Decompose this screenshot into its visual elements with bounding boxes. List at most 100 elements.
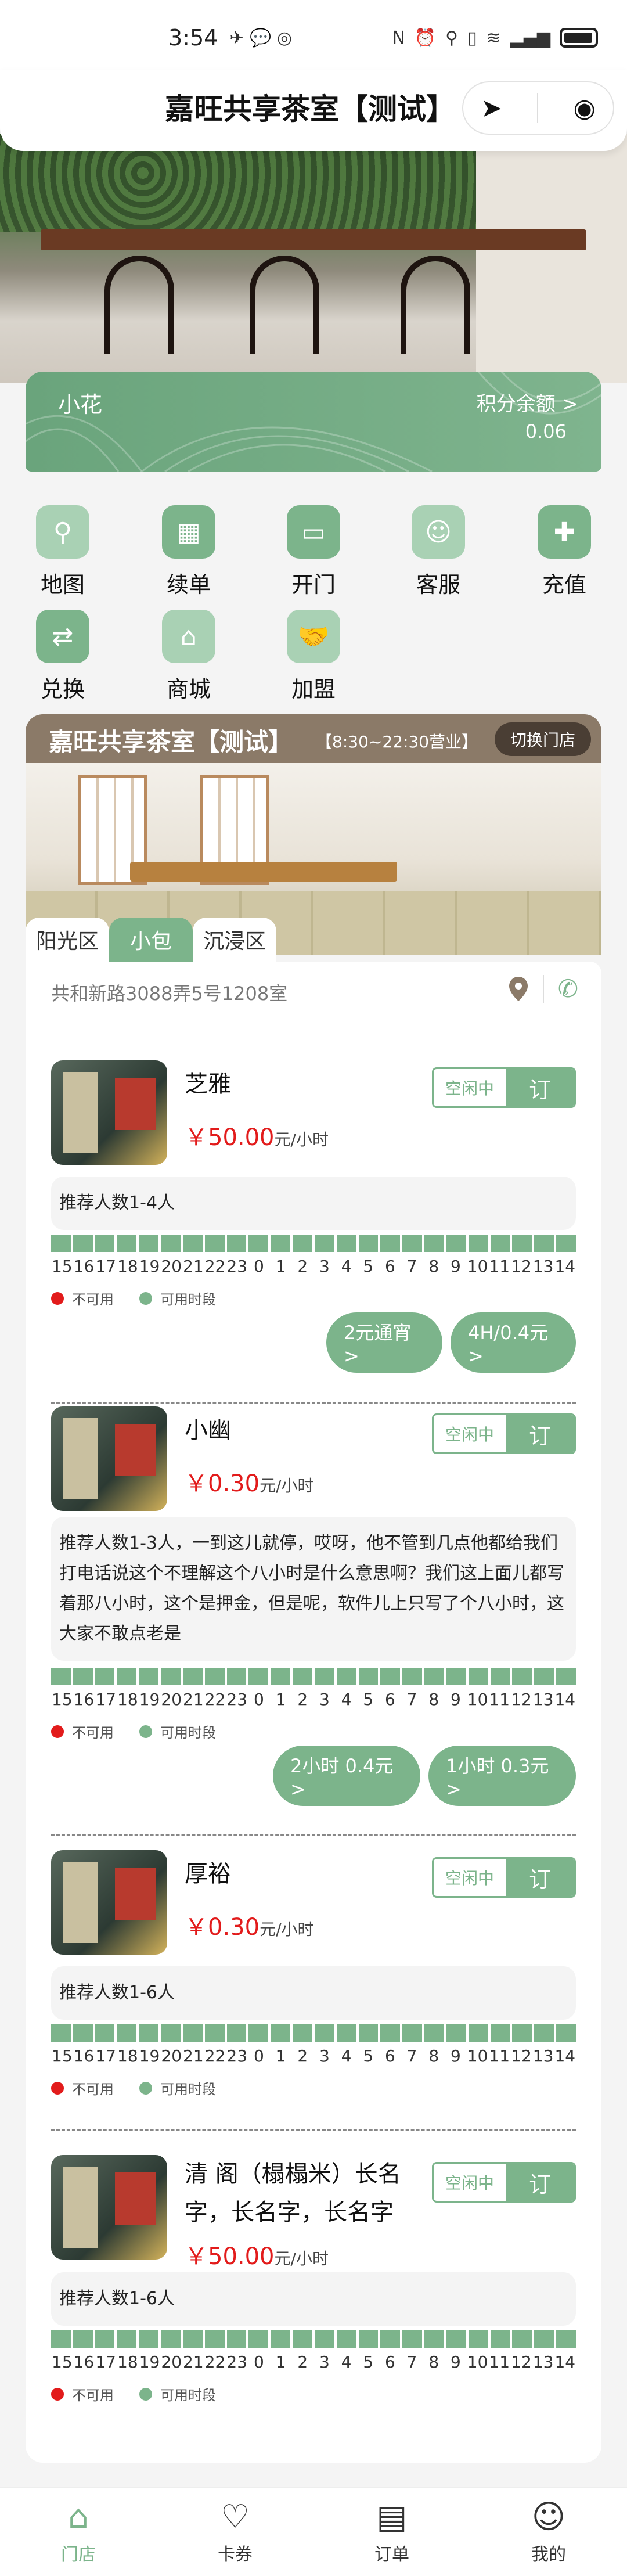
price-unit: 元/小时: [274, 2249, 329, 2268]
menu-item-renew[interactable]: ▦ 续单: [131, 505, 247, 599]
time-slot: [248, 2330, 269, 2348]
legend: 不可用 可用时段: [51, 1288, 216, 1308]
time-slot: [314, 1235, 334, 1252]
service-icon: ☺: [412, 505, 465, 559]
time-slot: [117, 2330, 137, 2348]
close-target-icon[interactable]: ◉: [573, 93, 595, 123]
menu-item-map[interactable]: ⚲ 地图: [5, 505, 121, 599]
legend-unavailable: 不可用: [72, 1291, 114, 1308]
recharge-icon: ✚: [538, 505, 591, 559]
time-slot: [161, 2330, 181, 2348]
switch-store-button[interactable]: 切换门店: [495, 722, 591, 756]
hour-label: 4: [341, 2046, 352, 2066]
time-slot: [139, 2330, 159, 2348]
time-slot: [314, 2330, 334, 2348]
nav-store[interactable]: ⌂ 门店: [0, 2488, 157, 2576]
store-table: [130, 862, 397, 882]
menu-label: 客服: [416, 572, 460, 598]
phone-icon[interactable]: ✆: [558, 974, 578, 1003]
time-slot: [182, 2330, 203, 2348]
room-thumbnail: [51, 1406, 167, 1511]
time-slot: [182, 1235, 203, 1252]
time-slot: [424, 2330, 444, 2348]
profile-icon: ☺: [531, 2498, 566, 2536]
hour-label: 0: [253, 2352, 264, 2372]
room-free-status: 空闲中: [445, 1425, 494, 1444]
hour-label: 13: [532, 2046, 554, 2066]
points-value: 0.06: [525, 420, 567, 442]
time-slot: [73, 2024, 93, 2042]
tab-sunshine[interactable]: 阳光区: [26, 918, 109, 962]
menu-item-service[interactable]: ☺ 客服: [380, 505, 496, 599]
menu-item-recharge[interactable]: ✚ 充值: [506, 505, 622, 599]
book-button[interactable]: 订: [506, 1859, 574, 1896]
time-slot: [226, 1235, 247, 1252]
hour-label: 1: [275, 2046, 286, 2066]
hour-label: 23: [226, 2046, 248, 2066]
time-availability-bar: [51, 2024, 576, 2042]
package-button[interactable]: 4H/0.4元 >: [451, 1312, 576, 1373]
hour-label: 15: [52, 1257, 73, 1276]
book-button[interactable]: 订: [506, 1069, 574, 1106]
time-slot: [512, 2330, 532, 2348]
navigate-icon[interactable]: ➤: [481, 93, 502, 123]
member-card[interactable]: 小花 积分余额 > 0.06: [26, 372, 601, 472]
book-button[interactable]: 订: [506, 1415, 574, 1452]
time-slot: [51, 2024, 71, 2042]
package-button[interactable]: 2元通宵 >: [326, 1312, 442, 1373]
hour-labels: 15 16 17 18 19 20 21 22 23 0 1 2 3 4 5 6 7 8 9 10 11 12 13 14: [51, 2352, 576, 2372]
hour-label: 2: [297, 1690, 308, 1709]
hour-label: 22: [204, 1690, 226, 1709]
hour-label: 16: [73, 2352, 95, 2372]
signal-icon: ▂▄▆: [510, 27, 550, 48]
time-slot: [204, 1668, 225, 1685]
time-slot: [556, 2330, 576, 2348]
room-recommend: 推荐人数1-6人: [51, 2272, 576, 2326]
menu-item-franchise[interactable]: 🤝 加盟: [255, 610, 372, 703]
nav-orders[interactable]: ▤ 订单: [314, 2488, 470, 2576]
time-slot: [468, 2024, 488, 2042]
hour-label: 22: [204, 1257, 226, 1276]
time-slot: [358, 2330, 379, 2348]
time-slot: [490, 2024, 510, 2042]
tab-immersive[interactable]: 沉浸区: [193, 918, 276, 962]
menu-item-exchange[interactable]: ⇄ 兑换: [5, 610, 121, 703]
hour-label: 6: [385, 2046, 395, 2066]
hour-label: 11: [489, 2352, 510, 2372]
available-dot: [139, 1291, 152, 1305]
package-button[interactable]: 1小时 0.3元 >: [428, 1746, 576, 1806]
hero-chair: [105, 256, 174, 354]
legend-unavailable: 不可用: [72, 2387, 114, 2404]
renew-icon: ▦: [162, 505, 215, 559]
member-name: 小花: [58, 392, 103, 418]
mini-program-capsule: ➤ ◉: [462, 81, 614, 135]
capsule-divider: [537, 93, 539, 123]
menu-item-mall[interactable]: ⌂ 商城: [131, 610, 247, 703]
nav-coupons[interactable]: ♡ 卡券: [157, 2488, 314, 2576]
store-header: 嘉旺共享茶室【测试】 【8:30~22:30营业】 切换门店: [26, 714, 601, 763]
hero-wall: [476, 134, 627, 383]
nav-profile[interactable]: ☺ 我的: [470, 2488, 627, 2576]
hour-label: 13: [532, 1690, 554, 1709]
points-balance-link[interactable]: 积分余额 >: [477, 388, 578, 416]
hour-label: 21: [183, 1257, 204, 1276]
book-button[interactable]: 订: [506, 2164, 574, 2201]
menu-item-open-door[interactable]: ▭ 开门: [255, 505, 372, 599]
time-slot: [446, 1668, 466, 1685]
tab-small-room[interactable]: 小包: [109, 918, 193, 962]
room-price: ￥0.30元/小时: [185, 1908, 314, 1942]
hour-label: 20: [161, 2352, 182, 2372]
legend-available: 可用时段: [160, 2081, 216, 2098]
hour-label: 20: [161, 2046, 182, 2066]
alarm-icon: ⏰: [414, 27, 437, 48]
room-recommend: 推荐人数1-3人，一到这儿就停，哎呀，他不管到几点他都给我们打电话说这个不理解这…: [51, 1517, 576, 1661]
location-pin-icon[interactable]: [508, 976, 529, 1002]
package-button[interactable]: 2小时 0.4元 >: [273, 1746, 420, 1806]
available-dot: [139, 2387, 152, 2401]
time-slot: [314, 1668, 334, 1685]
time-slot: [468, 1668, 488, 1685]
time-slot: [336, 2330, 356, 2348]
hour-label: 4: [341, 1690, 352, 1709]
hour-label: 21: [183, 1690, 204, 1709]
time-slot: [73, 1235, 93, 1252]
